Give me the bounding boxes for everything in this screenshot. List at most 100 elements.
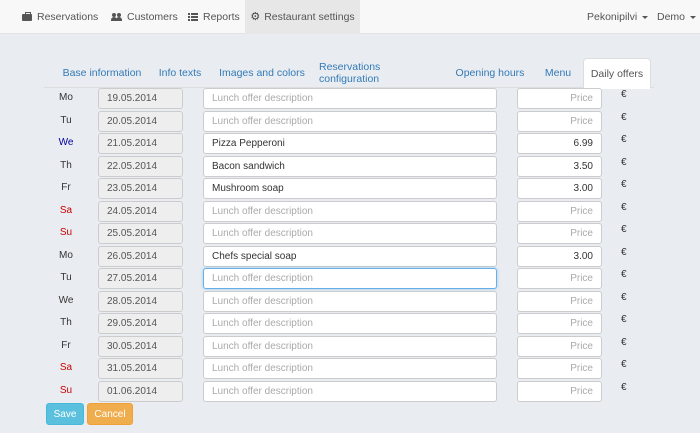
- offer-description-input[interactable]: Mushroom soap: [203, 178, 497, 199]
- weekday-label: Su: [59, 227, 73, 238]
- offer-price-input[interactable]: Price: [517, 201, 602, 222]
- tab-menu[interactable]: Menu: [539, 58, 577, 88]
- nav-customers-label: Customers: [127, 11, 178, 23]
- offer-price-input[interactable]: 6.99: [517, 133, 602, 154]
- tab-reservations-configuration[interactable]: Reservations configuration: [319, 58, 439, 88]
- offer-row: Fr 30.05.2014 Lunch offer description Price…: [44, 336, 664, 357]
- offer-description-input[interactable]: Lunch offer description: [203, 201, 497, 222]
- offer-description-input[interactable]: Lunch offer description: [203, 358, 497, 379]
- chevron-down-icon: [690, 15, 697, 19]
- offer-row: We 21.05.2014 Pizza Pepperoni 6.99 €: [44, 133, 664, 154]
- offer-row: Mo 19.05.2014 Lunch offer description Price…: [44, 88, 664, 109]
- nav-reports-label: Reports: [203, 11, 240, 23]
- tab-images-and-colors[interactable]: Images and colors: [218, 58, 306, 88]
- weekday-label: Mo: [59, 92, 73, 103]
- date-field: 19.05.2014: [98, 88, 183, 109]
- nav-reservations[interactable]: Reservations: [12, 0, 108, 34]
- tab-daily-offers[interactable]: Daily offers: [583, 58, 651, 89]
- tab-info-texts[interactable]: Info texts: [154, 58, 206, 88]
- offer-row: Th 29.05.2014 Lunch offer description Price…: [44, 313, 664, 334]
- offer-row: Sa 24.05.2014 Lunch offer description Price…: [44, 201, 664, 222]
- offer-price-input[interactable]: Price: [517, 336, 602, 357]
- offer-description-input[interactable]: Lunch offer description: [203, 111, 497, 132]
- currency-label: €: [621, 157, 627, 168]
- settings-tabs: Base information Info texts Images and c…: [44, 58, 654, 89]
- date-field: 01.06.2014: [98, 381, 183, 402]
- date-field: 29.05.2014: [98, 313, 183, 334]
- date-field: 25.05.2014: [98, 223, 183, 244]
- users-icon: [111, 12, 123, 22]
- offer-description-input[interactable]: Lunch offer description: [203, 268, 497, 289]
- date-field: 23.05.2014: [98, 178, 183, 199]
- currency-label: €: [621, 202, 627, 213]
- currency-label: €: [621, 112, 627, 123]
- nav-reports[interactable]: Reports: [178, 0, 250, 34]
- cancel-button[interactable]: Cancel: [87, 403, 133, 425]
- offer-row: Fr 23.05.2014 Mushroom soap 3.00 €: [44, 178, 664, 199]
- weekday-label: We: [58, 137, 74, 148]
- offer-price-input[interactable]: Price: [517, 223, 602, 244]
- offer-description-input[interactable]: Lunch offer description: [203, 381, 497, 402]
- offer-row: Sa 31.05.2014 Lunch offer description Price…: [44, 358, 664, 379]
- currency-label: €: [621, 247, 627, 258]
- offer-price-input[interactable]: Price: [517, 268, 602, 289]
- offer-price-input[interactable]: 3.50: [517, 156, 602, 177]
- tab-opening-hours[interactable]: Opening hours: [454, 58, 526, 88]
- offer-description-input[interactable]: Lunch offer description: [203, 223, 497, 244]
- date-field: 21.05.2014: [98, 133, 183, 154]
- offer-row: Su 01.06.2014 Lunch offer description Price…: [44, 381, 664, 402]
- tab-base-information[interactable]: Base information: [58, 58, 146, 88]
- offer-row: Tu 27.05.2014 Lunch offer description Price…: [44, 268, 664, 289]
- offer-description-input[interactable]: Lunch offer description: [203, 291, 497, 312]
- weekday-label: Tu: [60, 115, 72, 126]
- offer-row: Mo 26.05.2014 Chefs special soap 3.00 €: [44, 246, 664, 267]
- weekday-label: We: [58, 295, 74, 306]
- weekday-label: Sa: [59, 362, 73, 373]
- weekday-label: Th: [60, 317, 72, 328]
- restaurant-dropdown[interactable]: Pekonipilvi: [587, 0, 649, 34]
- weekday-label: Th: [60, 160, 72, 171]
- currency-label: €: [621, 359, 627, 370]
- weekday-label: Sa: [59, 205, 73, 216]
- currency-label: €: [621, 134, 627, 145]
- user-dropdown[interactable]: Demo: [657, 0, 697, 34]
- date-field: 24.05.2014: [98, 201, 183, 222]
- currency-label: €: [621, 269, 627, 280]
- restaurant-dropdown-label: Pekonipilvi: [587, 11, 638, 23]
- offer-price-input[interactable]: 3.00: [517, 246, 602, 267]
- user-dropdown-label: Demo: [657, 11, 686, 23]
- nav-restaurant-settings[interactable]: ⚙ Restaurant settings: [245, 0, 360, 34]
- currency-label: €: [621, 224, 627, 235]
- offer-price-input[interactable]: Price: [517, 111, 602, 132]
- offer-description-input[interactable]: Bacon sandwich: [203, 156, 497, 177]
- offer-row: Th 22.05.2014 Bacon sandwich 3.50 €: [44, 156, 664, 177]
- currency-label: €: [621, 382, 627, 393]
- currency-label: €: [621, 337, 627, 348]
- offer-price-input[interactable]: Price: [517, 381, 602, 402]
- offer-description-input[interactable]: Pizza Pepperoni: [203, 133, 497, 154]
- weekday-label: Tu: [60, 272, 72, 283]
- currency-label: €: [621, 179, 627, 190]
- offer-description-input[interactable]: Lunch offer description: [203, 88, 497, 109]
- offer-description-input[interactable]: Lunch offer description: [203, 336, 497, 357]
- weekday-label: Fr: [61, 182, 71, 193]
- date-field: 28.05.2014: [98, 291, 183, 312]
- reservations-icon: [22, 12, 33, 22]
- nav-customers[interactable]: Customers: [102, 0, 188, 34]
- offer-price-input[interactable]: 3.00: [517, 178, 602, 199]
- offer-price-input[interactable]: Price: [517, 313, 602, 334]
- offer-description-input[interactable]: Lunch offer description: [203, 313, 497, 334]
- offer-price-input[interactable]: Price: [517, 291, 602, 312]
- weekday-label: Fr: [61, 340, 71, 351]
- offer-row: We 28.05.2014 Lunch offer description Price…: [44, 291, 664, 312]
- offer-price-input[interactable]: Price: [517, 358, 602, 379]
- offer-price-input[interactable]: Price: [517, 88, 602, 109]
- offer-row: Su 25.05.2014 Lunch offer description Price…: [44, 223, 664, 244]
- chevron-down-icon: [642, 15, 649, 19]
- save-button[interactable]: Save: [46, 403, 84, 425]
- list-icon: [188, 12, 199, 22]
- offer-description-input[interactable]: Chefs special soap: [203, 246, 497, 267]
- nav-reservations-label: Reservations: [37, 11, 99, 23]
- currency-label: €: [621, 89, 627, 100]
- date-field: 20.05.2014: [98, 111, 183, 132]
